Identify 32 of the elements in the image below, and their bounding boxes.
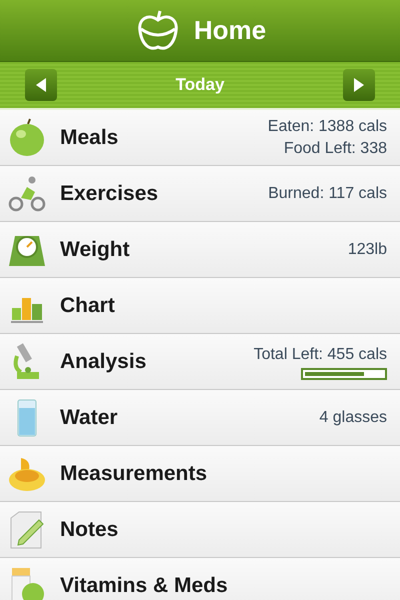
apple-icon bbox=[7, 118, 47, 158]
page-title: Home bbox=[194, 14, 266, 47]
item-label: Vitamins & Meds bbox=[60, 572, 228, 599]
item-label: Meals bbox=[60, 124, 118, 151]
item-label: Water bbox=[60, 404, 118, 431]
left-triangle-icon bbox=[35, 77, 47, 93]
item-label: Exercises bbox=[60, 180, 158, 207]
menu-item[interactable]: Vitamins & Meds bbox=[0, 558, 400, 600]
previous-day-button[interactable] bbox=[25, 69, 57, 101]
item-detail: Burned: 117 cals bbox=[268, 184, 387, 204]
next-day-button[interactable] bbox=[343, 69, 375, 101]
right-triangle-icon bbox=[353, 77, 365, 93]
item-label: Weight bbox=[60, 236, 130, 263]
menu-item[interactable]: Exercises Burned: 117 cals bbox=[0, 166, 400, 222]
date-label: Today bbox=[176, 74, 224, 96]
item-detail: Total Left: 455 cals bbox=[254, 344, 387, 364]
item-detail: Food Left: 338 bbox=[284, 138, 387, 158]
menu-item[interactable]: Meals Eaten: 1388 cals Food Left: 338 bbox=[0, 110, 400, 166]
menu-item[interactable]: Weight 123lb bbox=[0, 222, 400, 278]
item-label: Notes bbox=[60, 516, 118, 543]
item-label: Measurements bbox=[60, 460, 208, 487]
menu-item[interactable]: Analysis Total Left: 455 cals bbox=[0, 334, 400, 390]
menu-item[interactable]: Chart bbox=[0, 278, 400, 334]
item-detail: 4 glasses bbox=[319, 408, 387, 428]
item-detail: 123lb bbox=[348, 240, 387, 260]
menu-item[interactable]: Notes bbox=[0, 502, 400, 558]
menu-item[interactable]: Water 4 glasses bbox=[0, 390, 400, 446]
menu-item[interactable]: Measurements bbox=[0, 446, 400, 502]
cyclist-icon bbox=[7, 174, 47, 214]
item-detail: Eaten: 1388 cals bbox=[268, 116, 387, 136]
item-label: Analysis bbox=[60, 348, 146, 375]
item-label: Chart bbox=[60, 292, 115, 319]
